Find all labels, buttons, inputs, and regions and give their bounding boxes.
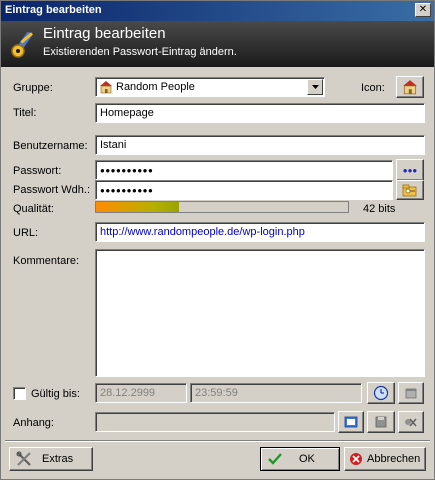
- edit-entry-dialog: Eintrag bearbeiten ✕ Eintrag bearbeiten …: [0, 0, 435, 480]
- password-label: Passwort:: [13, 165, 62, 177]
- title-input[interactable]: Homepage: [95, 103, 425, 123]
- house-icon: [403, 80, 417, 95]
- password-input[interactable]: ●●●●●●●●●●: [95, 160, 393, 180]
- attachment-label: Anhang:: [13, 417, 54, 429]
- password-repeat-input[interactable]: ●●●●●●●●●●: [95, 180, 393, 200]
- generate-password-button[interactable]: [396, 180, 424, 200]
- open-file-icon: [344, 416, 358, 428]
- check-icon: [268, 453, 282, 465]
- clock-icon: [373, 385, 389, 401]
- url-input[interactable]: http://www.randompeople.de/wp-login.php: [95, 222, 425, 242]
- attach-file-button[interactable]: [338, 411, 364, 433]
- key-pencil-icon: [11, 32, 34, 58]
- tools-icon: [16, 451, 31, 466]
- username-label: Benutzername:: [13, 140, 88, 152]
- expiry-presets-button[interactable]: [367, 382, 395, 404]
- remove-attachment-button[interactable]: [398, 411, 424, 433]
- close-button[interactable]: ✕: [415, 3, 431, 17]
- title-bar: Eintrag bearbeiten ✕: [1, 1, 434, 21]
- choose-icon-button[interactable]: [396, 76, 424, 98]
- comments-textarea[interactable]: [95, 249, 425, 377]
- comments-label: Kommentare:: [13, 255, 80, 267]
- key-folder-icon: [402, 184, 417, 197]
- quality-label: Qualität:: [13, 203, 54, 215]
- expires-label: Gültig bis:: [31, 388, 80, 400]
- cancel-icon: [350, 453, 362, 465]
- group-value: Random People: [116, 81, 195, 93]
- quality-bits: 42 bits: [363, 203, 396, 215]
- footer-separator: [5, 440, 430, 442]
- icon-label: Icon:: [361, 82, 385, 94]
- calendar-icon: [405, 388, 417, 399]
- dialog-banner: Eintrag bearbeiten Existierenden Passwor…: [1, 21, 434, 67]
- expires-time-input[interactable]: 23:59:59: [190, 383, 362, 403]
- reveal-password-button[interactable]: ●●●: [396, 159, 424, 181]
- quality-meter: [95, 201, 349, 213]
- tools-button[interactable]: Extras: [9, 447, 93, 471]
- cancel-button[interactable]: Abbrechen: [344, 447, 426, 471]
- disk-icon: [375, 416, 387, 428]
- attachment-input[interactable]: [95, 412, 335, 432]
- tools-button-label: Extras: [42, 453, 74, 465]
- title-label: Titel:: [13, 107, 37, 119]
- quality-meter-fill: [96, 202, 180, 212]
- delete-attachment-icon: [405, 418, 417, 427]
- group-select[interactable]: Random People: [95, 77, 325, 97]
- ok-button[interactable]: OK: [260, 447, 340, 471]
- expires-checkbox[interactable]: [13, 387, 26, 400]
- cancel-button-label: Abbrechen: [367, 453, 421, 465]
- url-label: URL:: [13, 227, 39, 239]
- expiry-calendar-button[interactable]: [398, 382, 424, 404]
- banner-subtitle: Existierenden Passwort-Eintrag ändern.: [43, 46, 237, 58]
- window-title: Eintrag bearbeiten: [5, 4, 102, 16]
- password-repeat-label: Passwort Wdh.:: [13, 184, 91, 196]
- chevron-down-icon[interactable]: [307, 79, 323, 95]
- banner-title: Eintrag bearbeiten: [43, 25, 166, 42]
- group-label: Gruppe:: [13, 82, 53, 94]
- save-attachment-button[interactable]: [367, 411, 395, 433]
- house-icon: [100, 81, 112, 94]
- expires-date-input[interactable]: 28.12.2999: [95, 383, 187, 403]
- username-input[interactable]: Istani: [95, 135, 425, 155]
- ok-button-label: OK: [299, 453, 315, 465]
